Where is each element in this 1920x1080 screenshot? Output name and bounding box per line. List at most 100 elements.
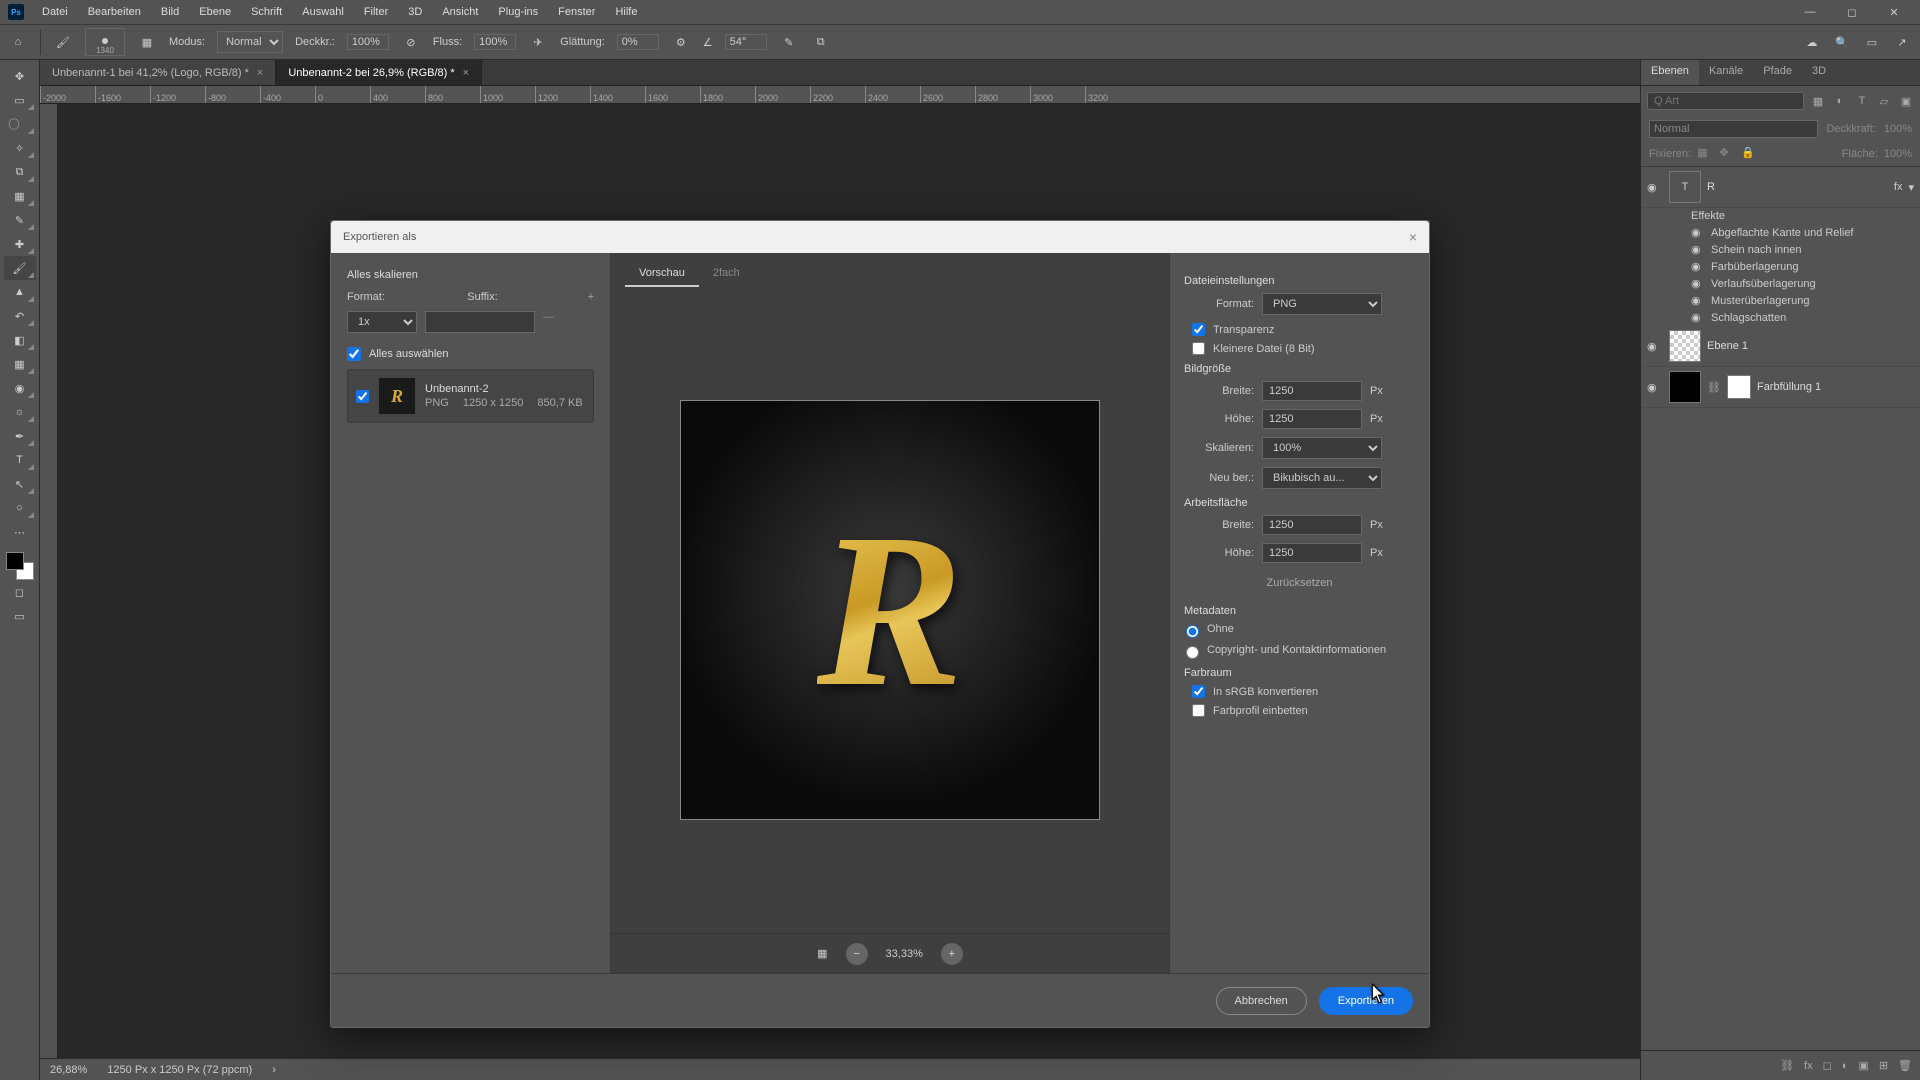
preview-zoom[interactable]: 33,33% — [886, 948, 923, 960]
layer-name[interactable]: Ebene 1 — [1707, 340, 1914, 352]
fx-icon[interactable]: fx — [1804, 1060, 1813, 1072]
layer-row[interactable]: ◉ ⛓ Farbfüllung 1 — [1641, 367, 1920, 408]
dodge-tool[interactable]: ☼ — [4, 400, 36, 424]
lock-all-icon[interactable]: 🔒 — [1741, 146, 1757, 162]
status-chevron-icon[interactable]: › — [272, 1064, 276, 1076]
preview-tab-1x[interactable]: Vorschau — [625, 261, 699, 287]
select-all-checkbox[interactable] — [347, 347, 361, 361]
brush-tool[interactable]: 🖌 — [4, 256, 36, 280]
srgb-checkbox[interactable] — [1192, 685, 1205, 698]
width-input[interactable] — [1262, 381, 1362, 401]
fx-badge[interactable]: fx — [1894, 181, 1903, 193]
visibility-icon[interactable]: ◉ — [1647, 181, 1663, 194]
chevron-down-icon[interactable]: ▾ — [1908, 181, 1914, 194]
metadata-none-radio[interactable] — [1186, 625, 1199, 638]
close-icon[interactable]: × — [257, 67, 263, 79]
filter-smart-icon[interactable]: ▣ — [1898, 93, 1914, 109]
lock-position-icon[interactable]: ✥ — [1719, 146, 1735, 162]
suffix-input[interactable] — [425, 311, 535, 333]
reset-button[interactable]: Zurücksetzen — [1184, 571, 1415, 595]
menu-filter[interactable]: Filter — [354, 2, 398, 22]
layer-filter-input[interactable] — [1647, 92, 1804, 110]
menu-view[interactable]: Ansicht — [432, 2, 488, 22]
home-icon[interactable]: ⌂ — [8, 32, 28, 52]
filter-adjust-icon[interactable]: ◐ — [1832, 93, 1848, 109]
effect-item[interactable]: Schlagschatten — [1711, 312, 1786, 324]
layer-name[interactable]: Farbfüllung 1 — [1757, 381, 1914, 393]
effect-item[interactable]: Musterüberlagerung — [1711, 295, 1809, 307]
pressure-size-icon[interactable]: ✎ — [779, 32, 799, 52]
blend-mode-select[interactable]: Normal — [217, 31, 283, 53]
flow-input[interactable]: 100% — [474, 34, 516, 50]
adjustment-icon[interactable]: ◐ — [1842, 1060, 1849, 1072]
mask-icon[interactable]: ◻ — [1823, 1059, 1832, 1072]
frame-tool[interactable]: ▦ — [4, 184, 36, 208]
history-brush-tool[interactable]: ↶ — [4, 304, 36, 328]
tab-layers[interactable]: Ebenen — [1641, 60, 1699, 85]
transparency-checkbox[interactable] — [1192, 323, 1205, 336]
filter-type-icon[interactable]: T — [1854, 93, 1870, 109]
lasso-tool[interactable]: ⃝ — [4, 112, 36, 136]
opacity-input[interactable]: 100% — [347, 34, 389, 50]
menu-edit[interactable]: Bearbeiten — [78, 2, 151, 22]
cloud-docs-icon[interactable]: ☁ — [1802, 32, 1822, 52]
delete-icon[interactable]: 🗑 — [1898, 1059, 1912, 1072]
move-tool[interactable]: ✥ — [4, 64, 36, 88]
tab-paths[interactable]: Pfade — [1753, 60, 1802, 85]
group-icon[interactable]: ▣ — [1858, 1059, 1868, 1072]
canvas-width-input[interactable] — [1262, 515, 1362, 535]
filter-image-icon[interactable]: ▦ — [1810, 93, 1826, 109]
zoom-in-icon[interactable]: + — [941, 943, 963, 965]
window-maximize-icon[interactable]: ◻ — [1834, 2, 1870, 22]
crop-tool[interactable]: ⧉ — [4, 160, 36, 184]
brush-panel-icon[interactable]: ▦ — [137, 32, 157, 52]
scale-select[interactable]: 1x — [347, 311, 417, 333]
share-icon[interactable]: ↗ — [1892, 32, 1912, 52]
tab-3d[interactable]: 3D — [1802, 60, 1836, 85]
menu-help[interactable]: Hilfe — [605, 2, 647, 22]
symmetry-icon[interactable]: ⧉ — [811, 32, 831, 52]
document-tab[interactable]: Unbenannt-2 bei 26,9% (RGB/8) *× — [276, 60, 482, 85]
filter-shape-icon[interactable]: ▱ — [1876, 93, 1892, 109]
brush-preset-picker[interactable]: 1340 — [85, 28, 125, 56]
pen-tool[interactable]: ✒ — [4, 424, 36, 448]
menu-select[interactable]: Auswahl — [292, 2, 354, 22]
smaller-file-checkbox[interactable] — [1192, 342, 1205, 355]
height-input[interactable] — [1262, 409, 1362, 429]
effect-item[interactable]: Abgeflachte Kante und Relief — [1711, 227, 1854, 239]
healing-tool[interactable]: ✚ — [4, 232, 36, 256]
effect-item[interactable]: Verlaufsüberlagerung — [1711, 278, 1816, 290]
close-icon[interactable]: × — [463, 67, 469, 79]
transparency-grid-icon[interactable]: ▦ — [817, 947, 827, 960]
effect-item[interactable]: Farbüberlagerung — [1711, 261, 1798, 273]
menu-image[interactable]: Bild — [151, 2, 189, 22]
search-icon[interactable]: 🔍 — [1832, 32, 1852, 52]
window-minimize-icon[interactable]: — — [1792, 2, 1828, 22]
blur-tool[interactable]: ◉ — [4, 376, 36, 400]
visibility-icon[interactable]: ◉ — [1691, 260, 1705, 273]
remove-scale-icon[interactable]: — — [543, 311, 554, 333]
document-tab[interactable]: Unbenannt-1 bei 41,2% (Logo, RGB/8) *× — [40, 60, 276, 85]
new-layer-icon[interactable]: ⊞ — [1879, 1059, 1888, 1072]
effect-item[interactable]: Schein nach innen — [1711, 244, 1802, 256]
embed-profile-checkbox[interactable] — [1192, 704, 1205, 717]
color-swatch[interactable] — [6, 552, 34, 580]
canvas-height-input[interactable] — [1262, 543, 1362, 563]
menu-window[interactable]: Fenster — [548, 2, 605, 22]
visibility-icon[interactable]: ◉ — [1647, 340, 1663, 353]
layer-blend-select[interactable]: Normal — [1649, 120, 1818, 138]
layer-row[interactable]: ◉ T R fx ▾ — [1641, 167, 1920, 208]
path-select-tool[interactable]: ↖ — [4, 472, 36, 496]
eyedropper-tool[interactable]: ✎ — [4, 208, 36, 232]
gradient-tool[interactable]: ▦ — [4, 352, 36, 376]
visibility-icon[interactable]: ◉ — [1691, 277, 1705, 290]
layer-name[interactable]: R — [1707, 181, 1888, 193]
menu-layer[interactable]: Ebene — [189, 2, 241, 22]
metadata-copyright-radio[interactable] — [1186, 646, 1199, 659]
add-scale-icon[interactable]: + — [588, 291, 594, 303]
cancel-button[interactable]: Abbrechen — [1216, 987, 1307, 1015]
opacity-pressure-icon[interactable]: ⊘ — [401, 32, 421, 52]
marquee-tool[interactable]: ▭ — [4, 88, 36, 112]
asset-checkbox[interactable] — [356, 390, 369, 403]
fill-value[interactable]: 100% — [1884, 148, 1912, 160]
